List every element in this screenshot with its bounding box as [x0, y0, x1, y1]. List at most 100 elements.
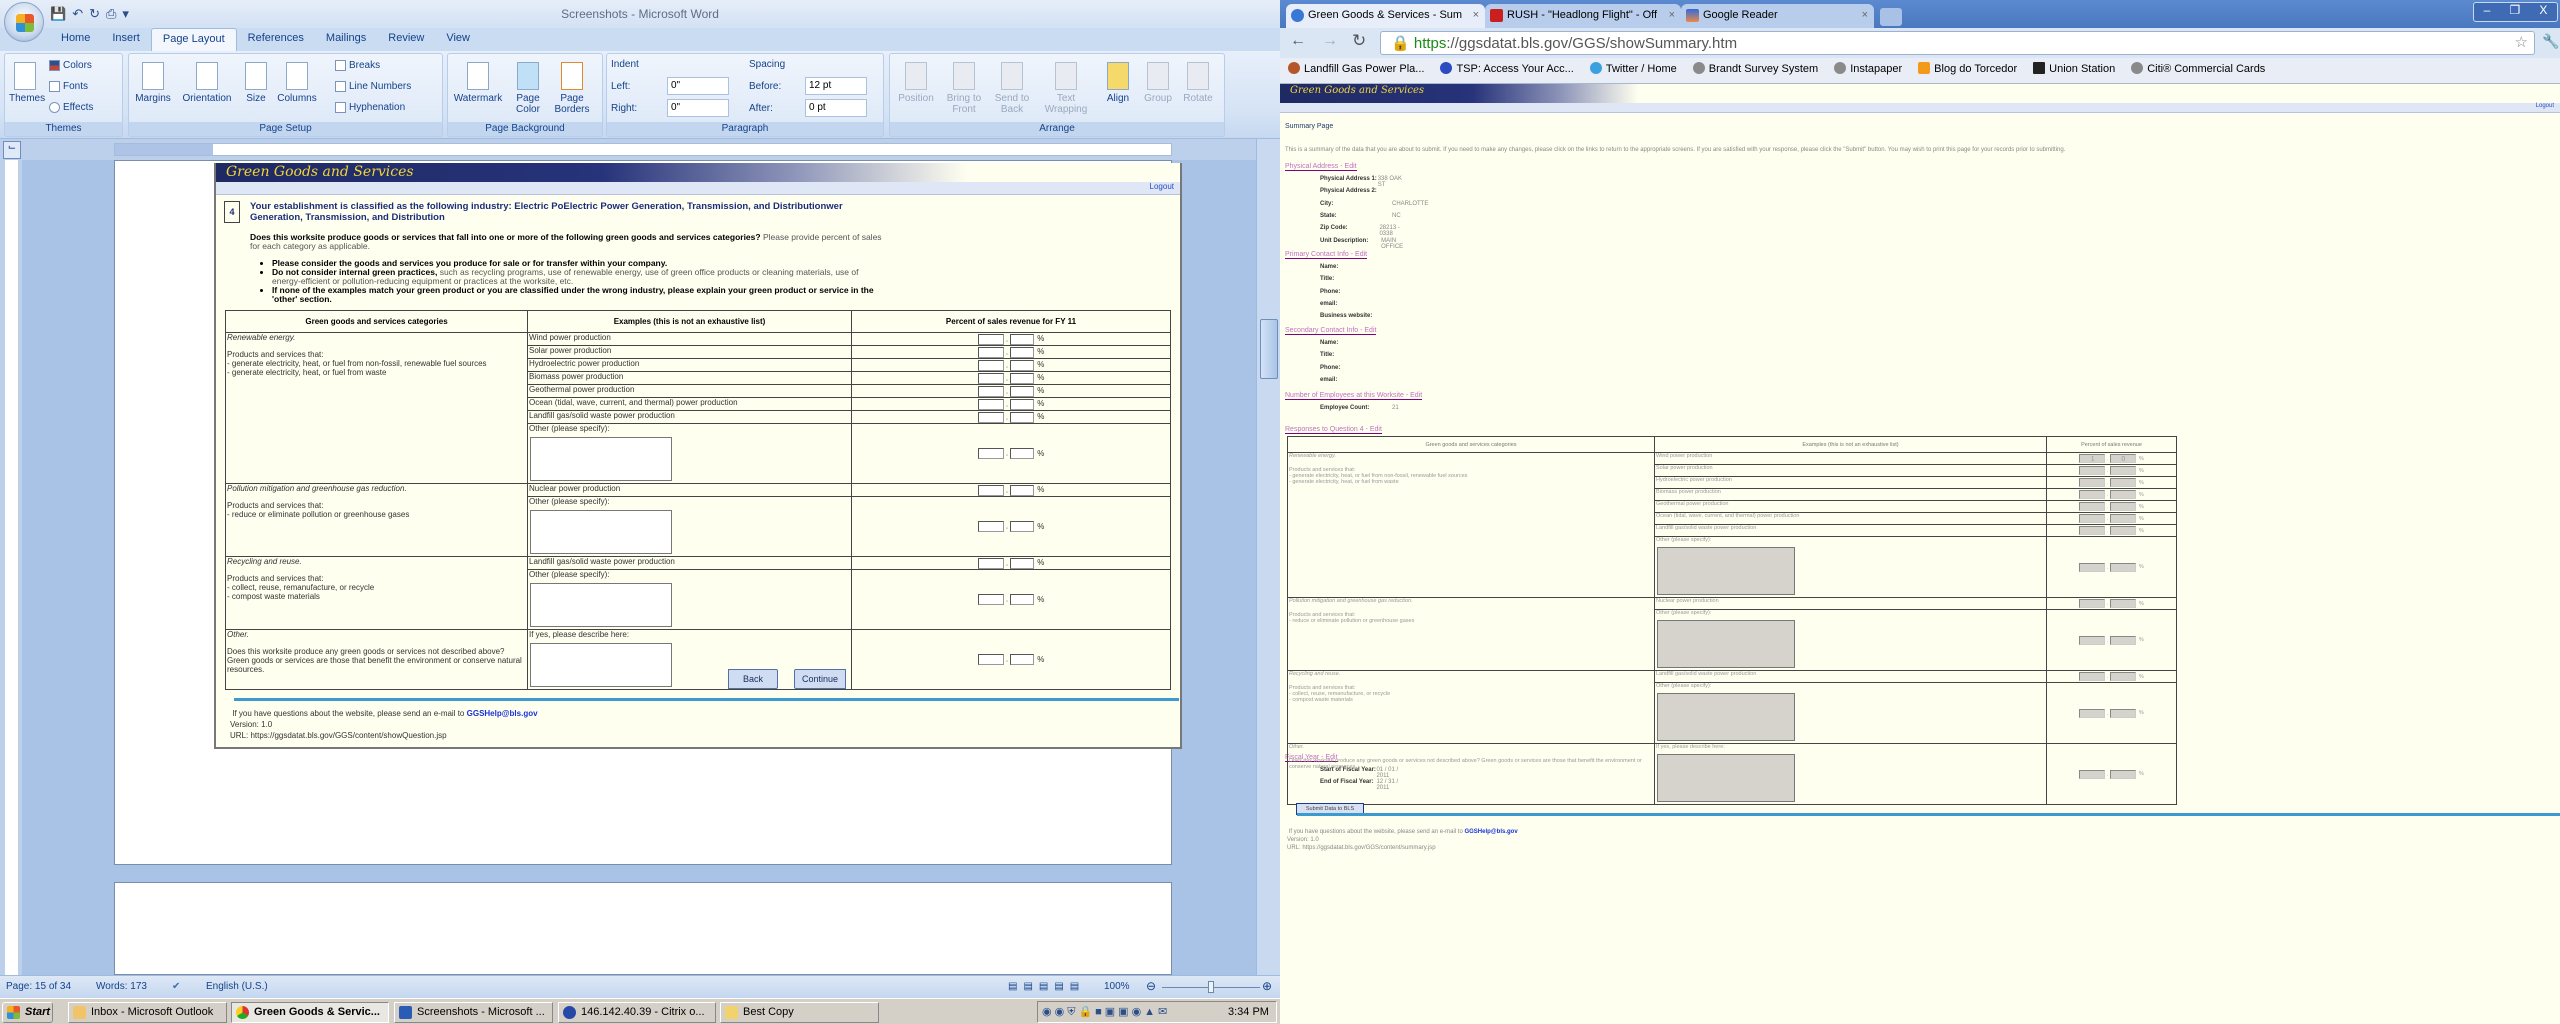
back-button[interactable]: Back [728, 669, 778, 689]
percent-whole-input[interactable] [977, 654, 1004, 665]
orientation-button[interactable]: Orientation [179, 62, 235, 104]
minimize-icon[interactable]: – [2484, 3, 2491, 21]
embedded-screenshot[interactable]: Green Goods and Services Logout 4 Your e… [214, 163, 1182, 749]
other-textarea[interactable] [1657, 620, 1795, 668]
percent-decimal-input[interactable] [2109, 599, 2136, 608]
percent-whole-input[interactable] [2079, 478, 2106, 487]
help-email-link[interactable]: GGSHelp@bls.gov [1464, 829, 1517, 835]
bookmark[interactable]: Brandt Survey System [1692, 62, 1818, 83]
page-color-button[interactable]: Page Color [510, 62, 546, 115]
percent-decimal-input[interactable] [1010, 521, 1035, 532]
customize-qat-icon[interactable]: ▾ [122, 6, 129, 22]
percent-whole-input[interactable] [977, 372, 1004, 384]
redo-icon[interactable]: ↻ [89, 6, 100, 22]
close-tab-icon[interactable]: × [1862, 9, 1868, 21]
indent-left-input[interactable]: 0" [667, 77, 729, 95]
percent-whole-input[interactable] [2079, 672, 2106, 681]
other-textarea[interactable] [530, 643, 672, 687]
other-textarea[interactable] [1657, 754, 1795, 802]
print-icon[interactable]: ⎙ [106, 6, 116, 22]
view-buttons-icon[interactable]: ▤▤▤▤▤ [1008, 981, 1085, 992]
forward-arrow-icon[interactable]: → [1322, 32, 1338, 50]
vertical-scrollbar[interactable] [1256, 139, 1280, 975]
percent-decimal-input[interactable] [1010, 448, 1035, 459]
percent-decimal-input[interactable] [2109, 672, 2136, 681]
page-count[interactable]: Page: 15 of 34 [6, 981, 71, 992]
bookmark[interactable]: Blog do Torcedor [1918, 62, 2017, 83]
effects-button[interactable]: Effects [49, 102, 93, 113]
percent-whole-input[interactable]: 1 [2079, 454, 2106, 463]
percent-whole-input[interactable] [977, 411, 1004, 423]
wrench-icon[interactable]: 🔧 [2542, 33, 2559, 50]
percent-whole-input[interactable] [977, 594, 1004, 605]
percent-decimal-input[interactable] [1010, 557, 1035, 569]
employees-edit-link[interactable]: Number of Employees at this Worksite - E… [1285, 392, 1423, 400]
percent-whole-input[interactable] [977, 398, 1004, 410]
text-wrapping-button[interactable]: Text Wrapping [1038, 62, 1094, 115]
bookmark-star-icon[interactable]: ☆ [2515, 33, 2528, 51]
percent-whole-input[interactable] [2079, 708, 2106, 718]
horizontal-ruler[interactable]: ⌙ [0, 139, 1280, 160]
other-textarea[interactable] [1657, 693, 1795, 741]
other-textarea[interactable] [530, 583, 672, 627]
taskbar-item-outlook[interactable]: Inbox - Microsoft Outlook [68, 1002, 227, 1023]
indent-right-input[interactable]: 0" [667, 99, 729, 117]
tab-page-layout[interactable]: Page Layout [150, 28, 237, 51]
tray-icons[interactable]: ◉◉⛨🔒■▣▣◉▲✉ [1042, 1005, 1170, 1019]
browser-tab[interactable]: RUSH - "Headlong Flight" - Off × [1485, 4, 1681, 28]
page-borders-button[interactable]: Page Borders [552, 62, 592, 115]
percent-decimal-input[interactable] [2109, 769, 2136, 779]
responses-edit-link[interactable]: Responses to Question 4 - Edit [1285, 426, 1382, 434]
group-button[interactable]: Group [1140, 62, 1176, 104]
word-count[interactable]: Words: 173 [96, 981, 147, 992]
align-button[interactable]: Align [1100, 62, 1136, 104]
office-button[interactable] [4, 2, 44, 42]
percent-decimal-input[interactable] [2109, 478, 2136, 487]
hyphenation-button[interactable]: Hyphenation [335, 102, 405, 113]
percent-decimal-input[interactable] [2109, 514, 2136, 523]
new-tab-button[interactable] [1880, 8, 1902, 26]
rotate-button[interactable]: Rotate [1180, 62, 1216, 104]
secondary-edit-link[interactable]: Secondary Contact Info - Edit [1285, 327, 1377, 335]
physical-edit-link[interactable]: Physical Address - Edit [1285, 163, 1357, 171]
document-page[interactable] [114, 882, 1172, 975]
bring-to-front-button[interactable]: Bring to Front [942, 62, 986, 115]
tab-home[interactable]: Home [50, 28, 101, 51]
percent-decimal-input[interactable] [2109, 490, 2136, 499]
percent-decimal-input[interactable] [1010, 654, 1035, 665]
percent-whole-input[interactable] [2079, 502, 2106, 511]
other-textarea[interactable] [1657, 547, 1795, 595]
zoom-out-icon[interactable]: ⊖ [1146, 979, 1156, 993]
line-numbers-button[interactable]: Line Numbers [335, 81, 411, 92]
start-button[interactable]: Start [2, 1002, 53, 1023]
spacing-before-input[interactable]: 12 pt [805, 77, 867, 95]
tab-selector-icon[interactable]: ⌙ [3, 141, 21, 159]
percent-decimal-input[interactable] [1010, 372, 1035, 384]
percent-whole-input[interactable] [2079, 526, 2106, 535]
bookmark[interactable]: Union Station [2033, 62, 2115, 83]
browser-tab[interactable]: Google Reader × [1681, 4, 1874, 28]
percent-whole-input[interactable] [2079, 599, 2106, 608]
colors-button[interactable]: Colors [49, 60, 92, 71]
taskbar-item-citrix[interactable]: 146.142.40.39 - Citrix o... [558, 1002, 716, 1023]
tab-view[interactable]: View [435, 28, 481, 51]
continue-button[interactable]: Continue [794, 669, 846, 689]
restore-icon[interactable]: ❐ [2509, 3, 2520, 21]
tab-insert[interactable]: Insert [101, 28, 151, 51]
percent-decimal-input[interactable] [1010, 359, 1035, 371]
other-textarea[interactable] [530, 437, 672, 481]
bookmark[interactable]: TSP: Access Your Acc... [1440, 62, 1574, 83]
close-icon[interactable]: X [2539, 3, 2547, 21]
percent-decimal-input[interactable] [1010, 398, 1035, 410]
percent-whole-input[interactable] [977, 346, 1004, 358]
zoom-level[interactable]: 100% [1104, 981, 1130, 992]
percent-whole-input[interactable] [977, 359, 1004, 371]
size-button[interactable]: Size [241, 62, 271, 104]
bookmark[interactable]: Instapaper [1834, 62, 1902, 83]
clock[interactable]: 3:34 PM [1228, 1006, 1269, 1018]
percent-decimal-input[interactable] [1010, 594, 1035, 605]
percent-decimal-input[interactable] [1010, 385, 1035, 397]
percent-whole-input[interactable] [2079, 769, 2106, 779]
tab-references[interactable]: References [237, 28, 315, 51]
percent-decimal-input[interactable] [1010, 346, 1035, 358]
